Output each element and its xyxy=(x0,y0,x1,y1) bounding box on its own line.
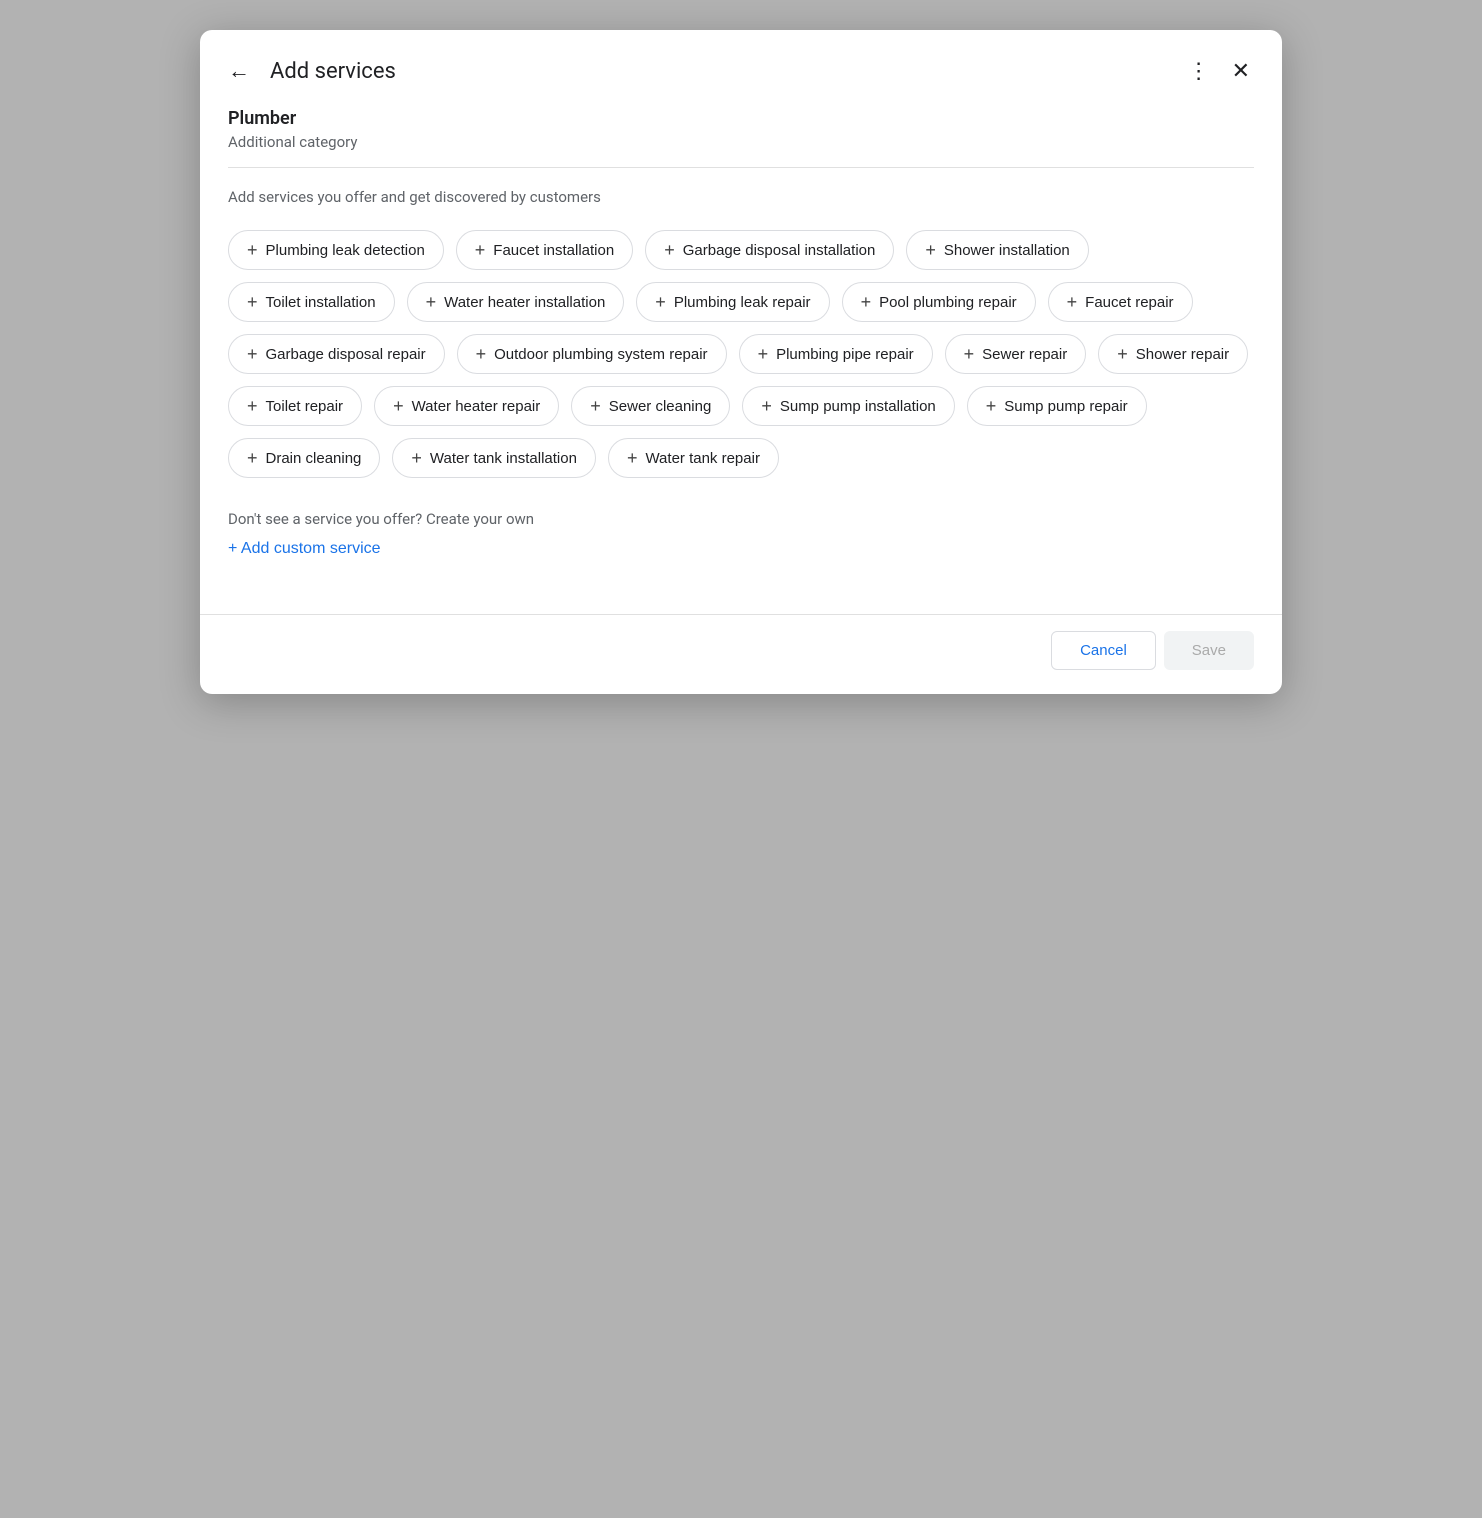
service-chip-label: Pool plumbing repair xyxy=(879,294,1017,311)
plus-icon: + xyxy=(627,449,638,467)
section-description: Add services you offer and get discovere… xyxy=(228,188,1254,206)
dialog-header: ← Add services ⋮ ✕ xyxy=(200,30,1282,108)
service-chip[interactable]: + Garbage disposal installation xyxy=(645,230,894,270)
service-chip[interactable]: + Garbage disposal repair xyxy=(228,334,445,374)
plus-icon: + xyxy=(247,345,258,363)
plus-icon: + xyxy=(426,293,437,311)
close-icon: ✕ xyxy=(1232,58,1250,84)
plus-icon: + xyxy=(758,345,769,363)
plus-icon: + xyxy=(761,397,772,415)
service-chip-label: Sump pump repair xyxy=(1004,398,1127,415)
service-chip[interactable]: + Sewer repair xyxy=(945,334,1087,374)
plus-icon: + xyxy=(393,397,404,415)
dialog-body: Plumber Additional category Add services… xyxy=(200,108,1282,614)
service-chip-label: Plumbing pipe repair xyxy=(776,346,914,363)
service-chip-label: Garbage disposal installation xyxy=(683,242,876,259)
service-chip-label: Outdoor plumbing system repair xyxy=(494,346,707,363)
service-chip[interactable]: + Pool plumbing repair xyxy=(842,282,1036,322)
service-chip[interactable]: + Outdoor plumbing system repair xyxy=(457,334,727,374)
plus-icon: + xyxy=(247,241,258,259)
service-chip-label: Toilet repair xyxy=(266,398,344,415)
service-chip-label: Water heater installation xyxy=(444,294,605,311)
plus-icon: + xyxy=(925,241,936,259)
custom-service-hint: Don't see a service you offer? Create yo… xyxy=(228,510,1254,528)
service-chip-label: Sump pump installation xyxy=(780,398,936,415)
save-button[interactable]: Save xyxy=(1164,631,1254,670)
plus-icon: + xyxy=(247,397,258,415)
service-chip[interactable]: + Water heater installation xyxy=(407,282,625,322)
service-chip[interactable]: + Faucet repair xyxy=(1048,282,1193,322)
plus-icon: + xyxy=(247,293,258,311)
service-chip-label: Shower installation xyxy=(944,242,1070,259)
service-chip-label: Shower repair xyxy=(1136,346,1229,363)
plus-icon: + xyxy=(411,449,422,467)
service-chip-label: Plumbing leak detection xyxy=(266,242,425,259)
plus-icon: + xyxy=(590,397,601,415)
service-chip-label: Water tank repair xyxy=(645,450,760,467)
close-button[interactable]: ✕ xyxy=(1224,50,1258,92)
plus-icon: + xyxy=(986,397,997,415)
service-chip-label: Faucet installation xyxy=(493,242,614,259)
service-chip[interactable]: + Water tank repair xyxy=(608,438,779,478)
service-chip-label: Sewer repair xyxy=(982,346,1067,363)
service-chip-label: Sewer cleaning xyxy=(609,398,712,415)
service-chip[interactable]: + Shower installation xyxy=(906,230,1088,270)
service-chip-label: Water tank installation xyxy=(430,450,577,467)
plus-icon: + xyxy=(475,241,486,259)
service-chip[interactable]: + Faucet installation xyxy=(456,230,633,270)
service-chip[interactable]: + Plumbing pipe repair xyxy=(739,334,933,374)
service-chip[interactable]: + Plumbing leak repair xyxy=(636,282,829,322)
more-options-button[interactable]: ⋮ xyxy=(1180,50,1220,92)
plus-icon: + xyxy=(861,293,872,311)
service-chip[interactable]: + Water tank installation xyxy=(392,438,596,478)
service-chip[interactable]: + Plumbing leak detection xyxy=(228,230,444,270)
service-chip-label: Toilet installation xyxy=(266,294,376,311)
service-chip-label: Plumbing leak repair xyxy=(674,294,811,311)
service-chip[interactable]: + Sump pump installation xyxy=(742,386,954,426)
plus-icon: + xyxy=(655,293,666,311)
dialog-footer: Cancel Save xyxy=(200,615,1282,694)
plus-icon: + xyxy=(664,241,675,259)
back-button[interactable]: ← xyxy=(220,50,258,92)
category-section: Plumber Additional category xyxy=(228,108,1254,168)
service-chip[interactable]: + Toilet repair xyxy=(228,386,362,426)
header-actions: ⋮ ✕ xyxy=(1180,50,1258,92)
service-chip[interactable]: + Water heater repair xyxy=(374,386,559,426)
category-name: Plumber xyxy=(228,108,1254,129)
service-chip-label: Drain cleaning xyxy=(266,450,362,467)
service-chip-label: Faucet repair xyxy=(1085,294,1173,311)
plus-icon: + xyxy=(476,345,487,363)
back-icon: ← xyxy=(228,58,250,84)
add-services-dialog: ← Add services ⋮ ✕ Plumber Additional ca… xyxy=(200,30,1282,694)
dialog-title: Add services xyxy=(270,59,1172,84)
plus-icon: + xyxy=(247,449,258,467)
plus-icon: + xyxy=(1117,345,1128,363)
cancel-button[interactable]: Cancel xyxy=(1051,631,1156,670)
service-chip[interactable]: + Sump pump repair xyxy=(967,386,1147,426)
service-chip[interactable]: + Toilet installation xyxy=(228,282,395,322)
services-grid: + Plumbing leak detection + Faucet installa… xyxy=(228,230,1254,478)
service-chip-label: Garbage disposal repair xyxy=(266,346,426,363)
service-chip[interactable]: + Shower repair xyxy=(1098,334,1248,374)
service-chip[interactable]: + Drain cleaning xyxy=(228,438,380,478)
more-icon: ⋮ xyxy=(1188,58,1212,84)
add-custom-service-label: + Add custom service xyxy=(228,540,381,558)
plus-icon: + xyxy=(1067,293,1078,311)
plus-icon: + xyxy=(964,345,975,363)
service-chip[interactable]: + Sewer cleaning xyxy=(571,386,730,426)
custom-service-section: Don't see a service you offer? Create yo… xyxy=(228,510,1254,558)
add-custom-service-button[interactable]: + Add custom service xyxy=(228,540,381,558)
service-chip-label: Water heater repair xyxy=(412,398,541,415)
category-subtitle: Additional category xyxy=(228,133,1254,151)
